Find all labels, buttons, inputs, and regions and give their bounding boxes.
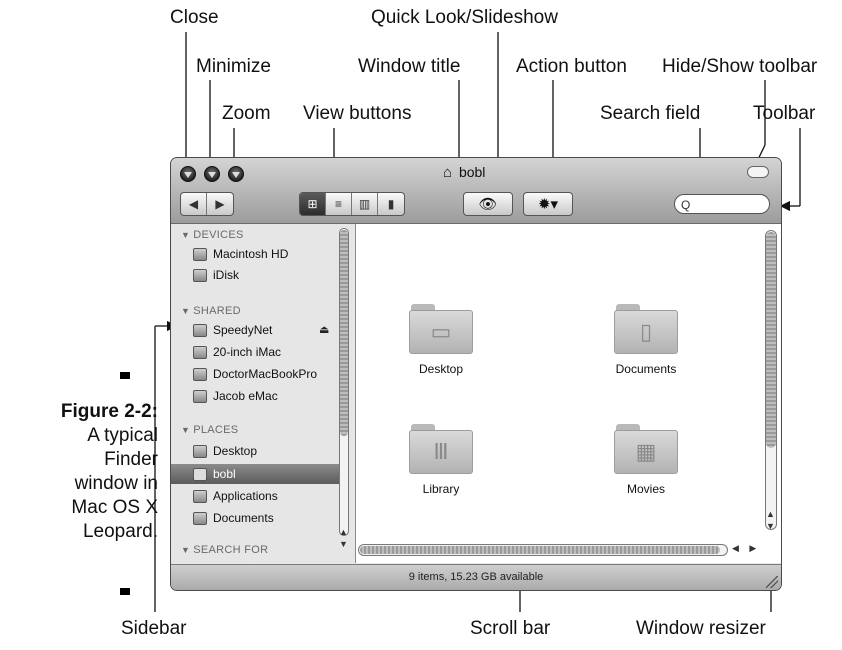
sidebar: ▼ DEVICES Macintosh HD iDisk ▼ SHARED Spee…	[171, 224, 356, 563]
file-label: Movies	[626, 482, 665, 496]
caption-rule-top-bar	[120, 372, 130, 379]
disclosure-triangle-icon: ▼	[181, 425, 191, 435]
zoom-button[interactable]	[228, 166, 244, 182]
sidebar-item-macintosh-hd[interactable]: Macintosh HD	[193, 244, 343, 264]
caption-line: Mac OS X	[71, 497, 158, 518]
disclosure-triangle-icon: ▼	[181, 306, 191, 316]
sidebar-item-doctormacbookpro[interactable]: DoctorMacBookPro	[193, 364, 343, 384]
window-resizer-icon[interactable]	[766, 576, 778, 588]
callout-minimize: Minimize	[196, 56, 271, 77]
idisk-icon	[193, 268, 207, 282]
search-icon: Q	[681, 198, 691, 212]
file-item-library[interactable]: Ⅲ Library	[381, 424, 501, 496]
gear-icon: ✹▾	[537, 196, 559, 213]
sidebar-scroll-arrows[interactable]: ▲ ▼	[339, 526, 348, 550]
minimize-button[interactable]	[204, 166, 220, 182]
caption-line: window in	[74, 473, 158, 494]
document-icon	[193, 511, 207, 525]
quick-look-button[interactable]: 👁	[463, 192, 513, 216]
disclosure-triangle-icon: ▼	[181, 545, 191, 555]
file-label: Documents	[615, 362, 677, 376]
callout-search-field: Search field	[600, 103, 701, 124]
file-label: Library	[422, 482, 460, 496]
sidebar-item-idisk[interactable]: iDisk	[193, 265, 343, 285]
sidebar-item-desktop[interactable]: Desktop	[193, 441, 343, 461]
file-browser: ▭ Desktop ▯ Documents Ⅲ Library ▦ Movies…	[356, 224, 781, 563]
vertical-scroll-arrows[interactable]: ▲ ▼	[766, 508, 775, 532]
file-item-documents[interactable]: ▯ Documents	[586, 304, 706, 376]
callout-action-button: Action button	[516, 56, 627, 77]
cover-flow-button[interactable]: ▮	[378, 193, 404, 215]
network-computer-icon	[193, 345, 207, 359]
sidebar-heading-search-for[interactable]: ▼ SEARCH FOR	[181, 544, 268, 556]
window-title-text: bobl	[458, 164, 486, 180]
callout-window-title: Window title	[358, 56, 461, 77]
figure-caption: Figure 2-2: A typical Finder window in M…	[0, 400, 158, 544]
sidebar-item-documents[interactable]: Documents	[193, 508, 343, 528]
toolbar-toggle-button[interactable]	[747, 166, 769, 178]
house-icon	[193, 467, 207, 481]
sidebar-item-bobl[interactable]: bobl	[171, 464, 339, 484]
callout-close: Close	[170, 7, 219, 28]
back-button[interactable]: ◀	[181, 193, 207, 215]
caption-line: A typical	[87, 425, 158, 446]
sidebar-item-applications[interactable]: Applications	[193, 486, 343, 506]
sidebar-heading-devices[interactable]: ▼ DEVICES	[181, 229, 244, 241]
folder-icon: ▯	[614, 304, 678, 354]
view-buttons: ⊞ ≡ ▥ ▮	[299, 192, 405, 216]
sidebar-item-20-inch-imac[interactable]: 20-inch iMac	[193, 342, 343, 362]
column-view-button[interactable]: ▥	[352, 193, 378, 215]
forward-button[interactable]: ▶	[207, 193, 233, 215]
hard-disk-icon	[193, 247, 207, 261]
eye-icon: 👁	[478, 196, 498, 213]
icon-view-button[interactable]: ⊞	[300, 193, 326, 215]
folder-icon: ▦	[614, 424, 678, 474]
status-text: 9 items, 15.23 GB available	[408, 571, 544, 583]
search-field[interactable]: Q	[674, 194, 770, 214]
network-computer-icon	[193, 323, 207, 337]
disclosure-triangle-icon: ▼	[181, 230, 191, 240]
callout-hide-show-toolbar: Hide/Show toolbar	[662, 56, 818, 77]
callout-zoom: Zoom	[222, 103, 271, 124]
file-item-movies[interactable]: ▦ Movies	[586, 424, 706, 496]
action-button[interactable]: ✹▾	[523, 192, 573, 216]
desktop-icon	[193, 444, 207, 458]
caption-line: Leopard.	[82, 521, 158, 542]
callout-toolbar: Toolbar	[753, 103, 816, 124]
horizontal-scroll-arrows[interactable]: ◀ ▶	[732, 543, 760, 554]
list-view-button[interactable]: ≡	[326, 193, 352, 215]
figure-number: Figure 2-2:	[60, 401, 158, 422]
house-icon: ⌂	[443, 164, 453, 181]
callout-view-buttons: View buttons	[303, 103, 412, 124]
close-button[interactable]	[180, 166, 196, 182]
network-computer-icon	[193, 389, 207, 403]
callout-quick-look: Quick Look/Slideshow	[371, 7, 558, 28]
file-item-desktop[interactable]: ▭ Desktop	[381, 304, 501, 376]
back-forward-group: ◀ ▶	[180, 192, 234, 216]
caption-rule-bottom	[120, 588, 130, 595]
callout-sidebar: Sidebar	[121, 618, 187, 639]
sidebar-item-jacob-emac[interactable]: Jacob eMac	[193, 386, 343, 406]
sidebar-scroll-thumb[interactable]	[340, 230, 348, 436]
window-title: ⌂ bobl	[443, 164, 485, 181]
eject-icon[interactable]: ⏏	[319, 323, 329, 336]
finder-window: ⌂ bobl ◀ ▶ ⊞ ≡ ▥ ▮ 👁 ✹▾ Q ▼ DEVICES Macin…	[170, 157, 782, 591]
folder-icon: ▭	[409, 304, 473, 354]
titlebar: ⌂ bobl ◀ ▶ ⊞ ≡ ▥ ▮ 👁 ✹▾ Q	[171, 158, 781, 224]
status-bar: 9 items, 15.23 GB available	[171, 564, 781, 590]
applications-icon	[193, 489, 207, 503]
folder-icon: Ⅲ	[409, 424, 473, 474]
horizontal-scroll-thumb[interactable]	[360, 546, 720, 554]
vertical-scroll-thumb[interactable]	[766, 232, 776, 448]
sidebar-heading-shared[interactable]: ▼ SHARED	[181, 305, 241, 317]
network-computer-icon	[193, 367, 207, 381]
callout-scroll-bar: Scroll bar	[470, 618, 551, 639]
caption-line: Finder	[104, 449, 158, 470]
file-label: Desktop	[418, 362, 464, 376]
sidebar-heading-places[interactable]: ▼ PLACES	[181, 424, 238, 436]
callout-window-resizer: Window resizer	[636, 618, 766, 639]
